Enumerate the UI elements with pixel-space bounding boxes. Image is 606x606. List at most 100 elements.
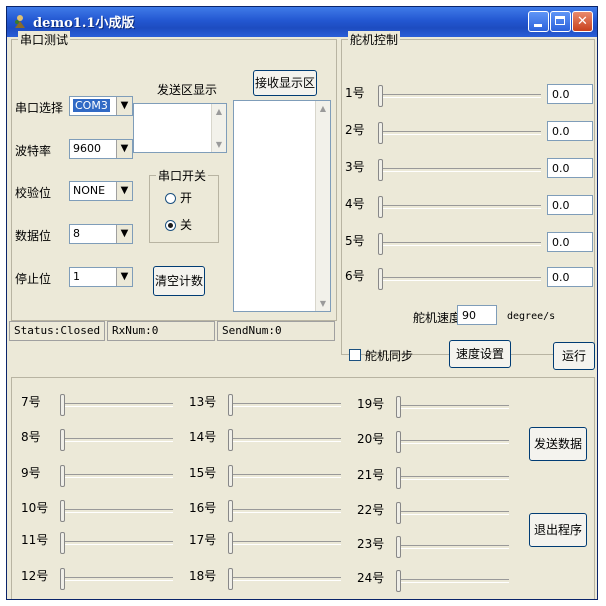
run-button[interactable]: 运行: [553, 342, 595, 370]
exit-button[interactable]: 退出程序: [529, 513, 587, 547]
slider-15[interactable]: [228, 465, 233, 487]
slider-7[interactable]: [60, 394, 65, 416]
slider-23[interactable]: [396, 536, 401, 558]
recv-display-button[interactable]: 接收显示区: [253, 70, 317, 96]
chevron-down-icon: ▼: [116, 97, 132, 115]
port-select[interactable]: COM3 ▼: [69, 96, 133, 116]
servo-1-label: 1号: [345, 86, 365, 100]
servo-3-value-text: 0.0: [552, 162, 570, 175]
parity-select[interactable]: NONE ▼: [69, 181, 133, 201]
slider-20-label: 20号: [357, 432, 385, 446]
servo-4-slider[interactable]: [378, 196, 383, 218]
databits-select[interactable]: 8 ▼: [69, 224, 133, 244]
minimize-icon: [534, 24, 542, 27]
slider-22-track: [397, 511, 509, 515]
servo-2-slider[interactable]: [378, 122, 383, 144]
servo-3-slider[interactable]: [378, 159, 383, 181]
close-button[interactable]: ✕: [572, 11, 593, 32]
scroll-up-icon: ▲: [319, 104, 327, 113]
slider-13-label: 13号: [189, 395, 217, 409]
slider-10[interactable]: [60, 500, 65, 522]
slider-9[interactable]: [60, 465, 65, 487]
servo-1-slider[interactable]: [378, 85, 383, 107]
minimize-button[interactable]: [528, 11, 549, 32]
recv-scrollbar[interactable]: ▲ ▼: [315, 101, 330, 311]
servo-2-label: 2号: [345, 123, 365, 137]
servo-2-value[interactable]: 0.0: [547, 121, 593, 141]
send-display-box[interactable]: ▲ ▼: [133, 103, 227, 153]
servo-6-slider[interactable]: [378, 268, 383, 290]
servo-4-value[interactable]: 0.0: [547, 195, 593, 215]
slider-13[interactable]: [228, 394, 233, 416]
slider-12-label: 12号: [21, 569, 49, 583]
slider-16[interactable]: [228, 500, 233, 522]
slider-21[interactable]: [396, 467, 401, 489]
servo-5-slider[interactable]: [378, 233, 383, 255]
stopbits-value: 1: [73, 270, 80, 283]
slider-12[interactable]: [60, 568, 65, 590]
slider-17[interactable]: [228, 532, 233, 554]
servo-4-track: [379, 205, 541, 209]
slider-8-track: [61, 438, 173, 442]
maximize-button[interactable]: [550, 11, 571, 32]
chevron-down-icon: ▼: [116, 182, 132, 200]
app-window: demo1.1小成版 ✕ 串口测试 串口选择 COM3 ▼ 波特率 9600 ▼…: [6, 6, 598, 600]
slider-17-label: 17号: [189, 533, 217, 547]
close-radio[interactable]: [165, 220, 176, 231]
close-label: 关: [180, 218, 193, 232]
serial-group-title: 串口测试: [18, 31, 71, 48]
servo-2-track: [379, 131, 541, 135]
slider-13-track: [229, 403, 341, 407]
slider-11[interactable]: [60, 532, 65, 554]
title-bar[interactable]: demo1.1小成版 ✕: [7, 7, 597, 37]
chevron-down-icon: ▼: [116, 140, 132, 158]
baud-select[interactable]: 9600 ▼: [69, 139, 133, 159]
slider-18[interactable]: [228, 568, 233, 590]
slider-21-label: 21号: [357, 468, 385, 482]
slider-14[interactable]: [228, 429, 233, 451]
clear-count-button[interactable]: 清空计数: [153, 266, 205, 296]
servo-4-value-text: 0.0: [552, 199, 570, 212]
chevron-down-icon: ▼: [116, 225, 132, 243]
slider-24[interactable]: [396, 570, 401, 592]
servo-4-label: 4号: [345, 197, 365, 211]
scroll-down-icon: ▼: [215, 140, 223, 149]
servo-1-value[interactable]: 0.0: [547, 84, 593, 104]
servo-speed-unit: degree/s: [507, 311, 556, 322]
slider-19[interactable]: [396, 396, 401, 418]
servo-3-value[interactable]: 0.0: [547, 158, 593, 178]
baud-value: 9600: [73, 142, 101, 155]
slider-20[interactable]: [396, 431, 401, 453]
servo-speed-input[interactable]: 90: [457, 305, 497, 325]
slider-16-track: [229, 509, 341, 513]
servo-6-track: [379, 277, 541, 281]
slider-21-track: [397, 476, 509, 480]
slider-7-label: 7号: [21, 395, 41, 409]
send-data-button[interactable]: 发送数据: [529, 427, 587, 461]
baud-label: 波特率: [15, 144, 52, 158]
servo-3-track: [379, 168, 541, 172]
app-icon: [15, 15, 25, 28]
slider-16-label: 16号: [189, 501, 217, 515]
recv-display-box[interactable]: ▲ ▼: [233, 100, 331, 312]
slider-7-track: [61, 403, 173, 407]
servo-1-value-text: 0.0: [552, 88, 570, 101]
slider-14-track: [229, 438, 341, 442]
speed-set-button[interactable]: 速度设置: [449, 340, 511, 368]
slider-22-label: 22号: [357, 503, 385, 517]
slider-10-track: [61, 509, 173, 513]
maximize-icon: [555, 16, 565, 25]
window-title: demo1.1小成版: [33, 16, 135, 31]
open-radio[interactable]: [165, 193, 176, 204]
slider-22[interactable]: [396, 502, 401, 524]
slider-12-track: [61, 577, 173, 581]
servo-sync-label: 舵机同步: [365, 349, 414, 363]
send-display-label: 发送区显示: [157, 83, 218, 97]
stopbits-select[interactable]: 1 ▼: [69, 267, 133, 287]
servo-sync-checkbox[interactable]: [349, 349, 361, 361]
servo-6-value[interactable]: 0.0: [547, 267, 593, 287]
slider-8[interactable]: [60, 429, 65, 451]
servo-5-value[interactable]: 0.0: [547, 232, 593, 252]
servo-2-value-text: 0.0: [552, 125, 570, 138]
send-scrollbar[interactable]: ▲ ▼: [211, 104, 226, 152]
